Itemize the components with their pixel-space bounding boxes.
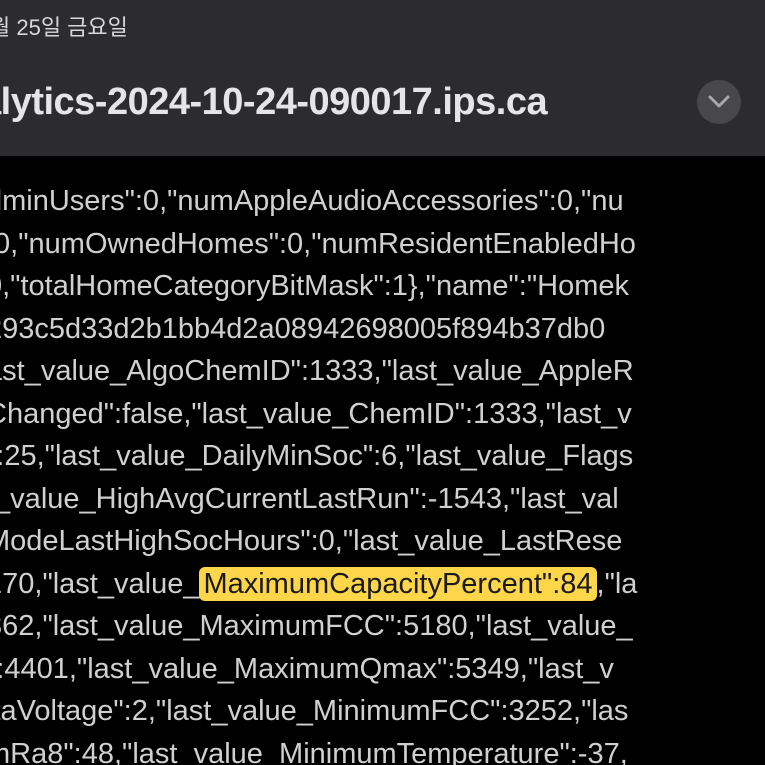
expand-button[interactable]: [697, 80, 741, 124]
log-line: 0,"totalHomeCategoryBitMask":1},"name":"…: [0, 265, 765, 308]
log-line: :0,"numOwnedHomes":0,"numResidentEnabled…: [0, 223, 765, 266]
log-line: 293c5d33d2b1bb4d2a08942698005f894b37db0: [0, 308, 765, 351]
log-line: ":25,"last_value_DailyMinSoc":6,"last_va…: [0, 435, 765, 478]
log-line: dminUsers":0,"numAppleAudioAccessories":…: [0, 180, 765, 223]
log-line: Changed":false,"last_value_ChemID":1333,…: [0, 393, 765, 436]
log-line: 362,"last_value_MaximumFCC":5180,"last_v…: [0, 605, 765, 648]
date-text: 월 25일 금요일: [0, 10, 765, 42]
log-line: mRa8":48,"last_value_MinimumTemperature"…: [0, 733, 765, 765]
log-content[interactable]: dminUsers":0,"numAppleAudioAccessories":…: [0, 156, 765, 765]
log-line: ast_value_AlgoChemID":1333,"last_value_A…: [0, 350, 765, 393]
log-line: ltaVoltage":2,"last_value_MinimumFCC":32…: [0, 690, 765, 733]
log-line: ":4401,"last_value_MaximumQmax":5349,"la…: [0, 648, 765, 691]
log-line: t_value_HighAvgCurrentLastRun":-1543,"la…: [0, 478, 765, 521]
status-bar: 월 25일 금요일: [0, 0, 765, 48]
log-line: ModeLastHighSocHours":0,"last_value_Last…: [0, 520, 765, 563]
highlighted-text: MaximumCapacityPercent":84: [199, 567, 596, 601]
log-line-highlighted: 170,"last_value_MaximumCapacityPercent":…: [0, 563, 765, 606]
file-header: alytics-2024-10-24-090017.ips.ca: [0, 48, 765, 156]
log-text: ,"la: [597, 568, 638, 600]
file-title: alytics-2024-10-24-090017.ips.ca: [0, 81, 547, 124]
chevron-down-icon: [708, 95, 730, 109]
log-text: 170,"last_value_: [0, 568, 199, 600]
